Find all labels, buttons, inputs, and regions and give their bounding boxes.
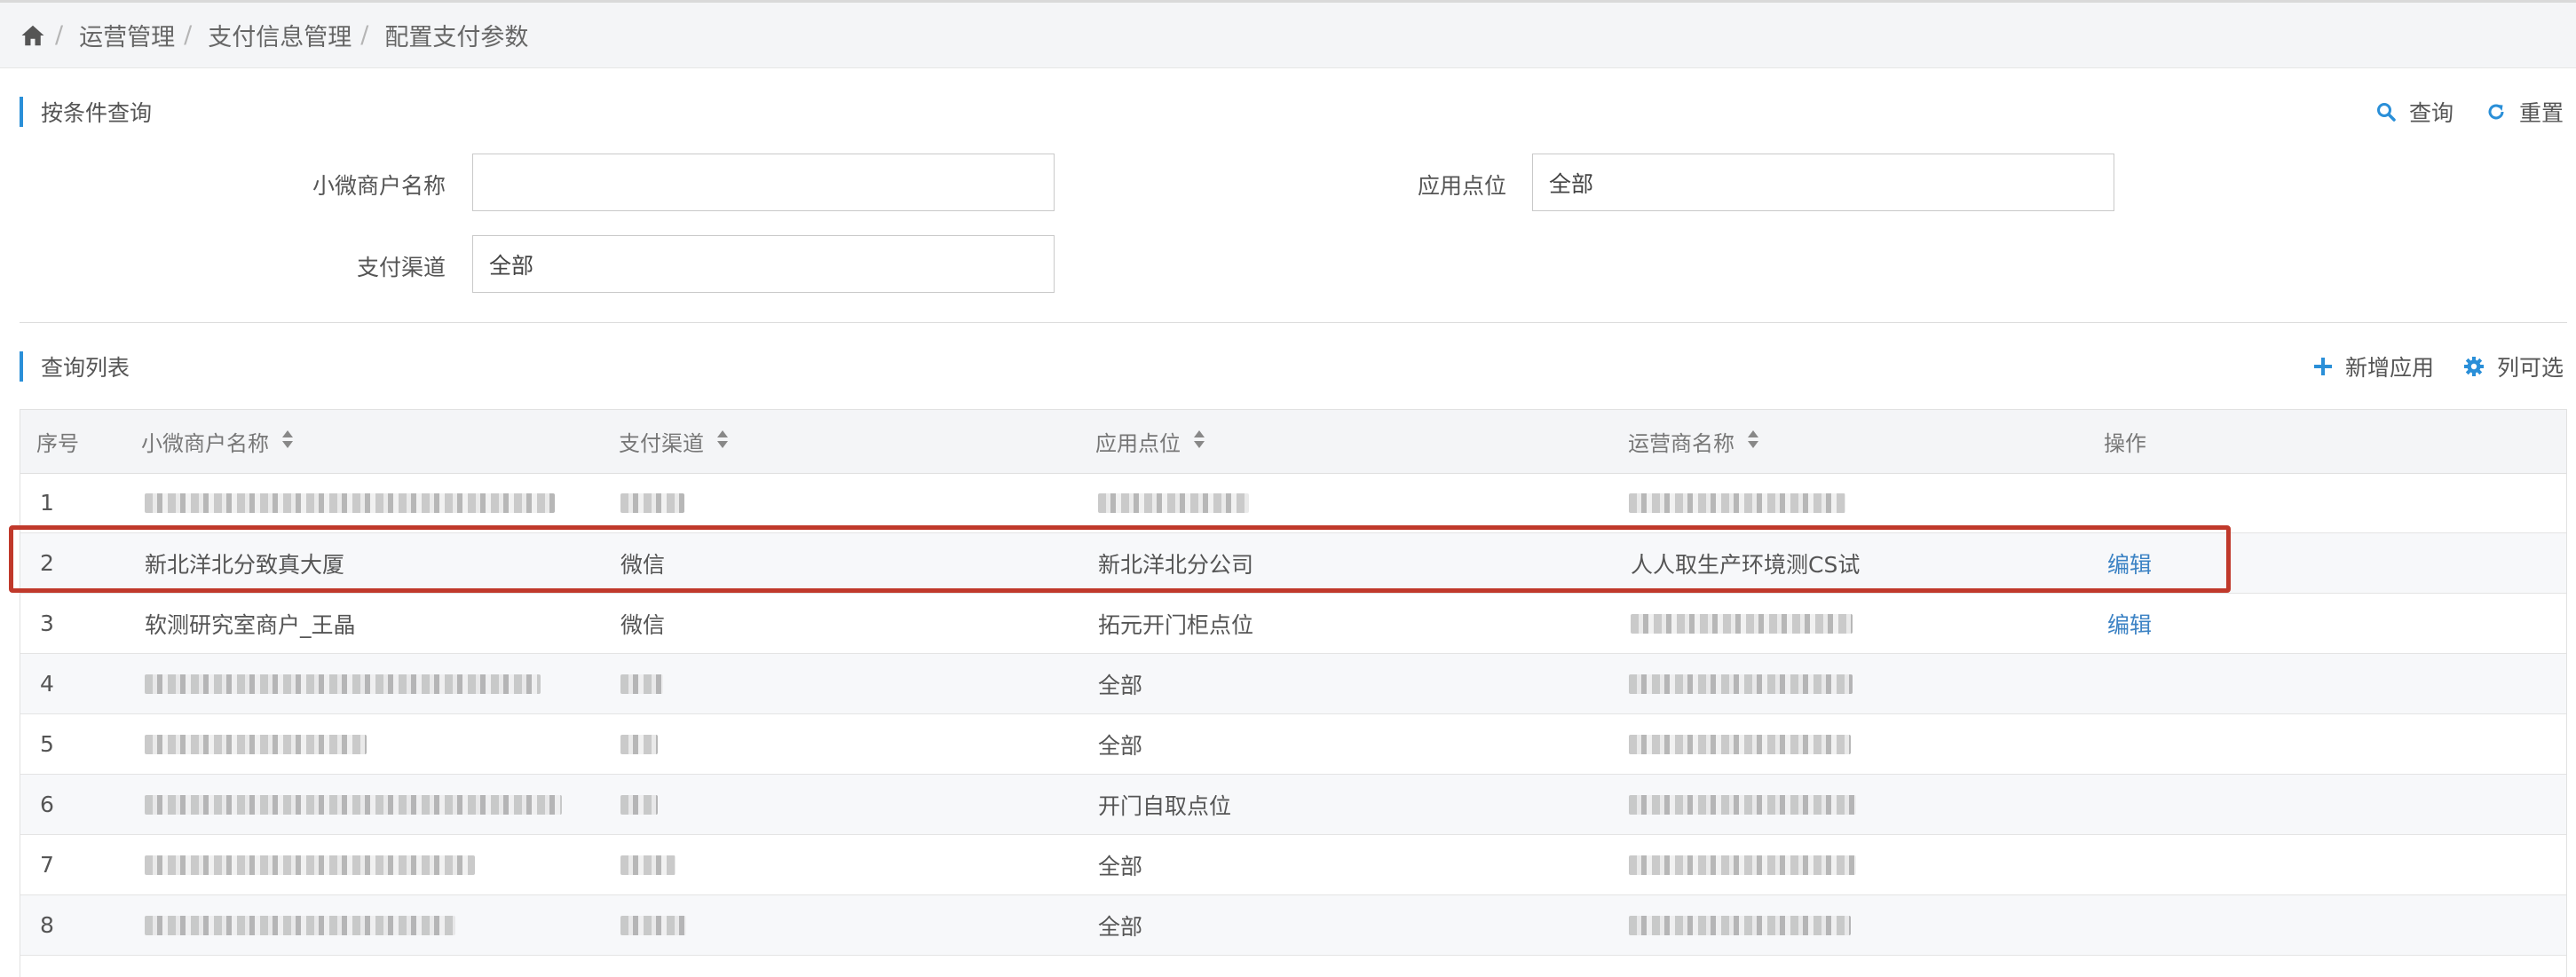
cell-index: 1 [40, 490, 54, 516]
sort-icon[interactable] [716, 429, 729, 454]
gear-icon [2464, 357, 2484, 376]
cell-operator-redacted [1629, 714, 1851, 774]
cell-operator: 人人取生产环境测CS试 [1631, 551, 1861, 578]
header-point[interactable]: 应用点位 [1095, 410, 1205, 473]
edit-link[interactable]: 编辑 [2107, 594, 2152, 653]
header-channel[interactable]: 支付渠道 [619, 410, 729, 473]
pay-channel-label: 支付渠道 [356, 255, 446, 280]
cell-point: 全部 [1098, 732, 1143, 759]
breadcrumb-separator: / [360, 21, 369, 49]
header-operator-label: 运营商名称 [1628, 431, 1734, 456]
search-icon [2377, 103, 2396, 122]
cell-point: 开门自取点位 [1098, 792, 1232, 819]
data-table: 序号 小微商户名称 支付渠道 应用点位 运营商名称 操作 1 2 新北洋北分致真… [20, 409, 2567, 977]
breadcrumb-item-current: 配置支付参数 [384, 24, 529, 51]
pay-channel-select[interactable]: 全部 [472, 235, 1055, 293]
list-section-title: 查询列表 [20, 351, 130, 382]
cell-index: 4 [40, 671, 54, 697]
app-point-label: 应用点位 [1417, 173, 1506, 199]
cell-channel-redacted [620, 775, 658, 834]
cell-channel: 微信 [620, 611, 666, 638]
cell-point: 全部 [1098, 913, 1143, 940]
edit-link[interactable]: 编辑 [2107, 533, 2152, 593]
cell-index: 7 [40, 852, 54, 878]
cell-point: 全部 [1098, 672, 1143, 698]
cell-channel-redacted [620, 654, 663, 713]
table-row[interactable]: 3 软测研究室商户_王晶 微信 拓元开门柜点位 编辑 [20, 594, 2566, 654]
cell-channel-redacted [620, 714, 658, 774]
cell-point: 新北洋北分公司 [1098, 551, 1254, 578]
cell-merchant: 新北洋北分致真大厦 [145, 551, 345, 578]
merchant-name-label: 小微商户名称 [312, 173, 446, 199]
column-select-label: 列可选 [2497, 355, 2564, 381]
add-app-label: 新增应用 [2345, 355, 2435, 381]
cell-operator-redacted [1631, 594, 1853, 653]
section-divider [20, 322, 2567, 323]
table-row: 1 [20, 473, 2566, 533]
header-merchant-label: 小微商户名称 [141, 431, 269, 456]
sort-icon[interactable] [281, 429, 294, 454]
cell-operator-redacted [1629, 654, 1853, 713]
table-row[interactable]: 2 新北洋北分致真大厦 微信 新北洋北分公司 人人取生产环境测CS试 编辑 [20, 533, 2566, 594]
table-row: 5 全部 [20, 714, 2566, 775]
add-app-button[interactable]: 新增应用 [2313, 351, 2434, 382]
refresh-icon [2488, 104, 2504, 120]
cell-merchant-redacted [145, 775, 562, 834]
search-button-label: 查询 [2409, 100, 2454, 126]
cell-index: 2 [40, 550, 54, 576]
cell-index: 5 [40, 731, 54, 757]
header-index: 序号 [36, 431, 79, 456]
query-section-title: 按条件查询 [20, 97, 152, 127]
home-icon[interactable] [20, 22, 46, 49]
table-row: 8 全部 [20, 895, 2566, 956]
breadcrumb-item-payment-info[interactable]: 支付信息管理 [208, 18, 352, 52]
app-point-select[interactable]: 全部 [1532, 154, 2114, 211]
search-button[interactable]: 查询 [2375, 96, 2454, 128]
breadcrumb: / 运营管理 / 支付信息管理 / 配置支付参数 [0, 3, 2576, 68]
header-merchant[interactable]: 小微商户名称 [141, 410, 294, 473]
cell-index: 6 [40, 792, 54, 817]
cell-operator-redacted [1629, 895, 1851, 955]
cell-index: 8 [40, 912, 54, 938]
header-channel-label: 支付渠道 [619, 431, 704, 456]
table-row: 7 全部 [20, 835, 2566, 895]
table-row: 6 开门自取点位 [20, 775, 2566, 835]
cell-channel-redacted [620, 895, 686, 955]
cell-merchant-redacted [145, 654, 541, 713]
reset-button[interactable]: 重置 [2485, 96, 2564, 128]
cell-index: 3 [40, 611, 54, 636]
sort-icon[interactable] [1747, 429, 1759, 454]
table-header: 序号 小微商户名称 支付渠道 应用点位 运营商名称 操作 [20, 410, 2566, 474]
breadcrumb-separator: / [55, 21, 64, 49]
reset-button-label: 重置 [2519, 100, 2564, 126]
cell-merchant-redacted [145, 473, 555, 532]
cell-channel: 微信 [620, 551, 666, 578]
cell-operator-redacted [1629, 473, 1845, 532]
sort-icon[interactable] [1193, 429, 1205, 454]
header-point-label: 应用点位 [1095, 431, 1181, 456]
header-operator[interactable]: 运营商名称 [1628, 410, 1759, 473]
plus-icon [2314, 358, 2332, 375]
cell-merchant: 软测研究室商户_王晶 [145, 611, 356, 638]
column-select-button[interactable]: 列可选 [2463, 351, 2564, 382]
breadcrumb-separator: / [184, 21, 193, 49]
cell-point: 拓元开门柜点位 [1098, 611, 1254, 638]
cell-operator-redacted [1629, 775, 1856, 834]
cell-channel-redacted [620, 835, 676, 894]
cell-point: 全部 [1098, 853, 1143, 879]
cell-merchant-redacted [145, 714, 367, 774]
cell-operator-redacted [1629, 835, 1856, 894]
cell-channel-redacted [620, 473, 684, 532]
merchant-name-input[interactable] [472, 154, 1055, 211]
cell-merchant-redacted [145, 835, 475, 894]
cell-point-redacted [1098, 473, 1249, 532]
header-actions: 操作 [2104, 431, 2146, 456]
table-row: 4 全部 [20, 654, 2566, 714]
cell-merchant-redacted [145, 895, 455, 955]
breadcrumb-item-ops[interactable]: 运营管理 [79, 18, 175, 52]
